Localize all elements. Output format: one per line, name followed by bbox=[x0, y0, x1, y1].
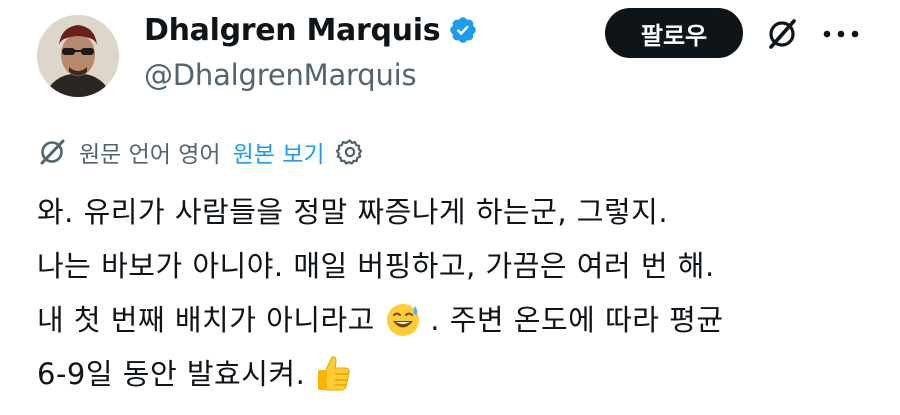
verified-badge-icon[interactable] bbox=[448, 15, 478, 45]
sweat-smile-emoji-icon bbox=[385, 301, 421, 355]
post-text-line: 나는 바보가 아니야. 매일 버핑하고, 가끔은 여러 번 해. bbox=[37, 249, 715, 283]
post-text-line: 6-9일 동안 발효시켜. bbox=[37, 347, 887, 401]
post-text-segment: 6-9일 동안 발효시켜. bbox=[37, 357, 306, 391]
post-text-line: 와. 유리가 사람들을 정말 짜증나게 하는군, 그렇지. bbox=[37, 195, 669, 229]
grok-icon[interactable] bbox=[762, 14, 802, 54]
translation-info: 원문 언어 영어 bbox=[79, 142, 221, 168]
show-original-link[interactable]: 원본 보기 bbox=[233, 135, 325, 169]
post-text-segment: . 주변 온도에 따라 평균 bbox=[430, 303, 724, 337]
gear-icon[interactable] bbox=[335, 137, 365, 167]
user-handle[interactable]: @DhalgrenMarquis bbox=[144, 58, 478, 92]
avatar[interactable] bbox=[37, 15, 119, 97]
display-name[interactable]: Dhalgren Marquis bbox=[144, 13, 441, 48]
translation-row: 원문 언어 영어 원본 보기 bbox=[37, 135, 365, 169]
post: Dhalgren Marquis @DhalgrenMarquis 팔로우 원문… bbox=[0, 0, 900, 415]
author-info: Dhalgren Marquis @DhalgrenMarquis bbox=[144, 10, 478, 92]
avatar-image bbox=[37, 15, 119, 97]
more-options-icon[interactable] bbox=[818, 14, 864, 54]
follow-button[interactable]: 팔로우 bbox=[605, 8, 743, 58]
translate-icon bbox=[37, 137, 67, 167]
post-text-line: 내 첫 번째 배치가 아니라고 . 주변 온도에 따라 평균 bbox=[37, 293, 887, 347]
thumbs-up-emoji-icon bbox=[315, 354, 351, 409]
post-body: 와. 유리가 사람들을 정말 짜증나게 하는군, 그렇지. 나는 바보가 아니야… bbox=[37, 185, 887, 401]
post-text-segment: 내 첫 번째 배치가 아니라고 bbox=[37, 303, 375, 337]
